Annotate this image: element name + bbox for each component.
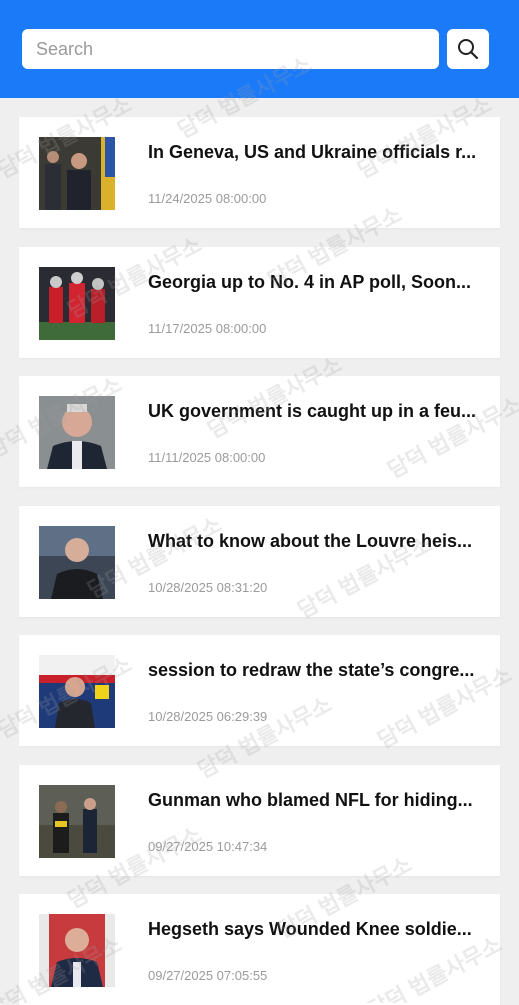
search-input[interactable] (22, 29, 439, 69)
article-date: 09/27/2025 07:05:55 (148, 968, 268, 983)
article-date: 09/27/2025 10:47:34 (148, 839, 268, 854)
article-thumbnail (39, 137, 115, 210)
list-item[interactable]: In Geneva, US and Ukraine officials r...… (19, 117, 500, 228)
search-icon (458, 39, 479, 60)
list-item[interactable]: session to redraw the state’s congre... … (19, 635, 500, 746)
article-date: 10/28/2025 08:31:20 (148, 580, 268, 595)
search-button[interactable] (447, 29, 489, 69)
article-thumbnail (39, 267, 115, 340)
article-date: 10/28/2025 06:29:39 (148, 709, 268, 724)
article-title: Gunman who blamed NFL for hiding... (148, 790, 473, 810)
list-item[interactable]: Hegseth says Wounded Knee soldie... 09/2… (19, 894, 500, 1005)
article-title: In Geneva, US and Ukraine officials r... (148, 142, 477, 162)
article-title: Georgia up to No. 4 in AP poll, Soon... (148, 272, 472, 292)
article-thumbnail (39, 396, 115, 469)
list-item[interactable]: What to know about the Louvre heis... 10… (19, 506, 500, 617)
article-title: session to redraw the state’s congre... (148, 660, 475, 680)
list-item[interactable]: UK government is caught up in a feu... 1… (19, 376, 500, 487)
article-date: 11/24/2025 08:00:00 (148, 191, 267, 206)
list-item[interactable]: Georgia up to No. 4 in AP poll, Soon... … (19, 247, 500, 358)
header-bar (0, 0, 519, 98)
article-title: What to know about the Louvre heis... (148, 531, 473, 551)
article-title: Hegseth says Wounded Knee soldie... (148, 919, 472, 939)
list-item[interactable]: Gunman who blamed NFL for hiding... 09/2… (19, 765, 500, 876)
article-date: 11/11/2025 08:00:00 (148, 450, 266, 465)
article-thumbnail (39, 526, 115, 599)
article-title: UK government is caught up in a feu... (148, 401, 477, 421)
article-thumbnail (39, 785, 115, 858)
article-date: 11/17/2025 08:00:00 (148, 321, 267, 336)
article-thumbnail (39, 914, 115, 987)
article-thumbnail (39, 655, 115, 728)
